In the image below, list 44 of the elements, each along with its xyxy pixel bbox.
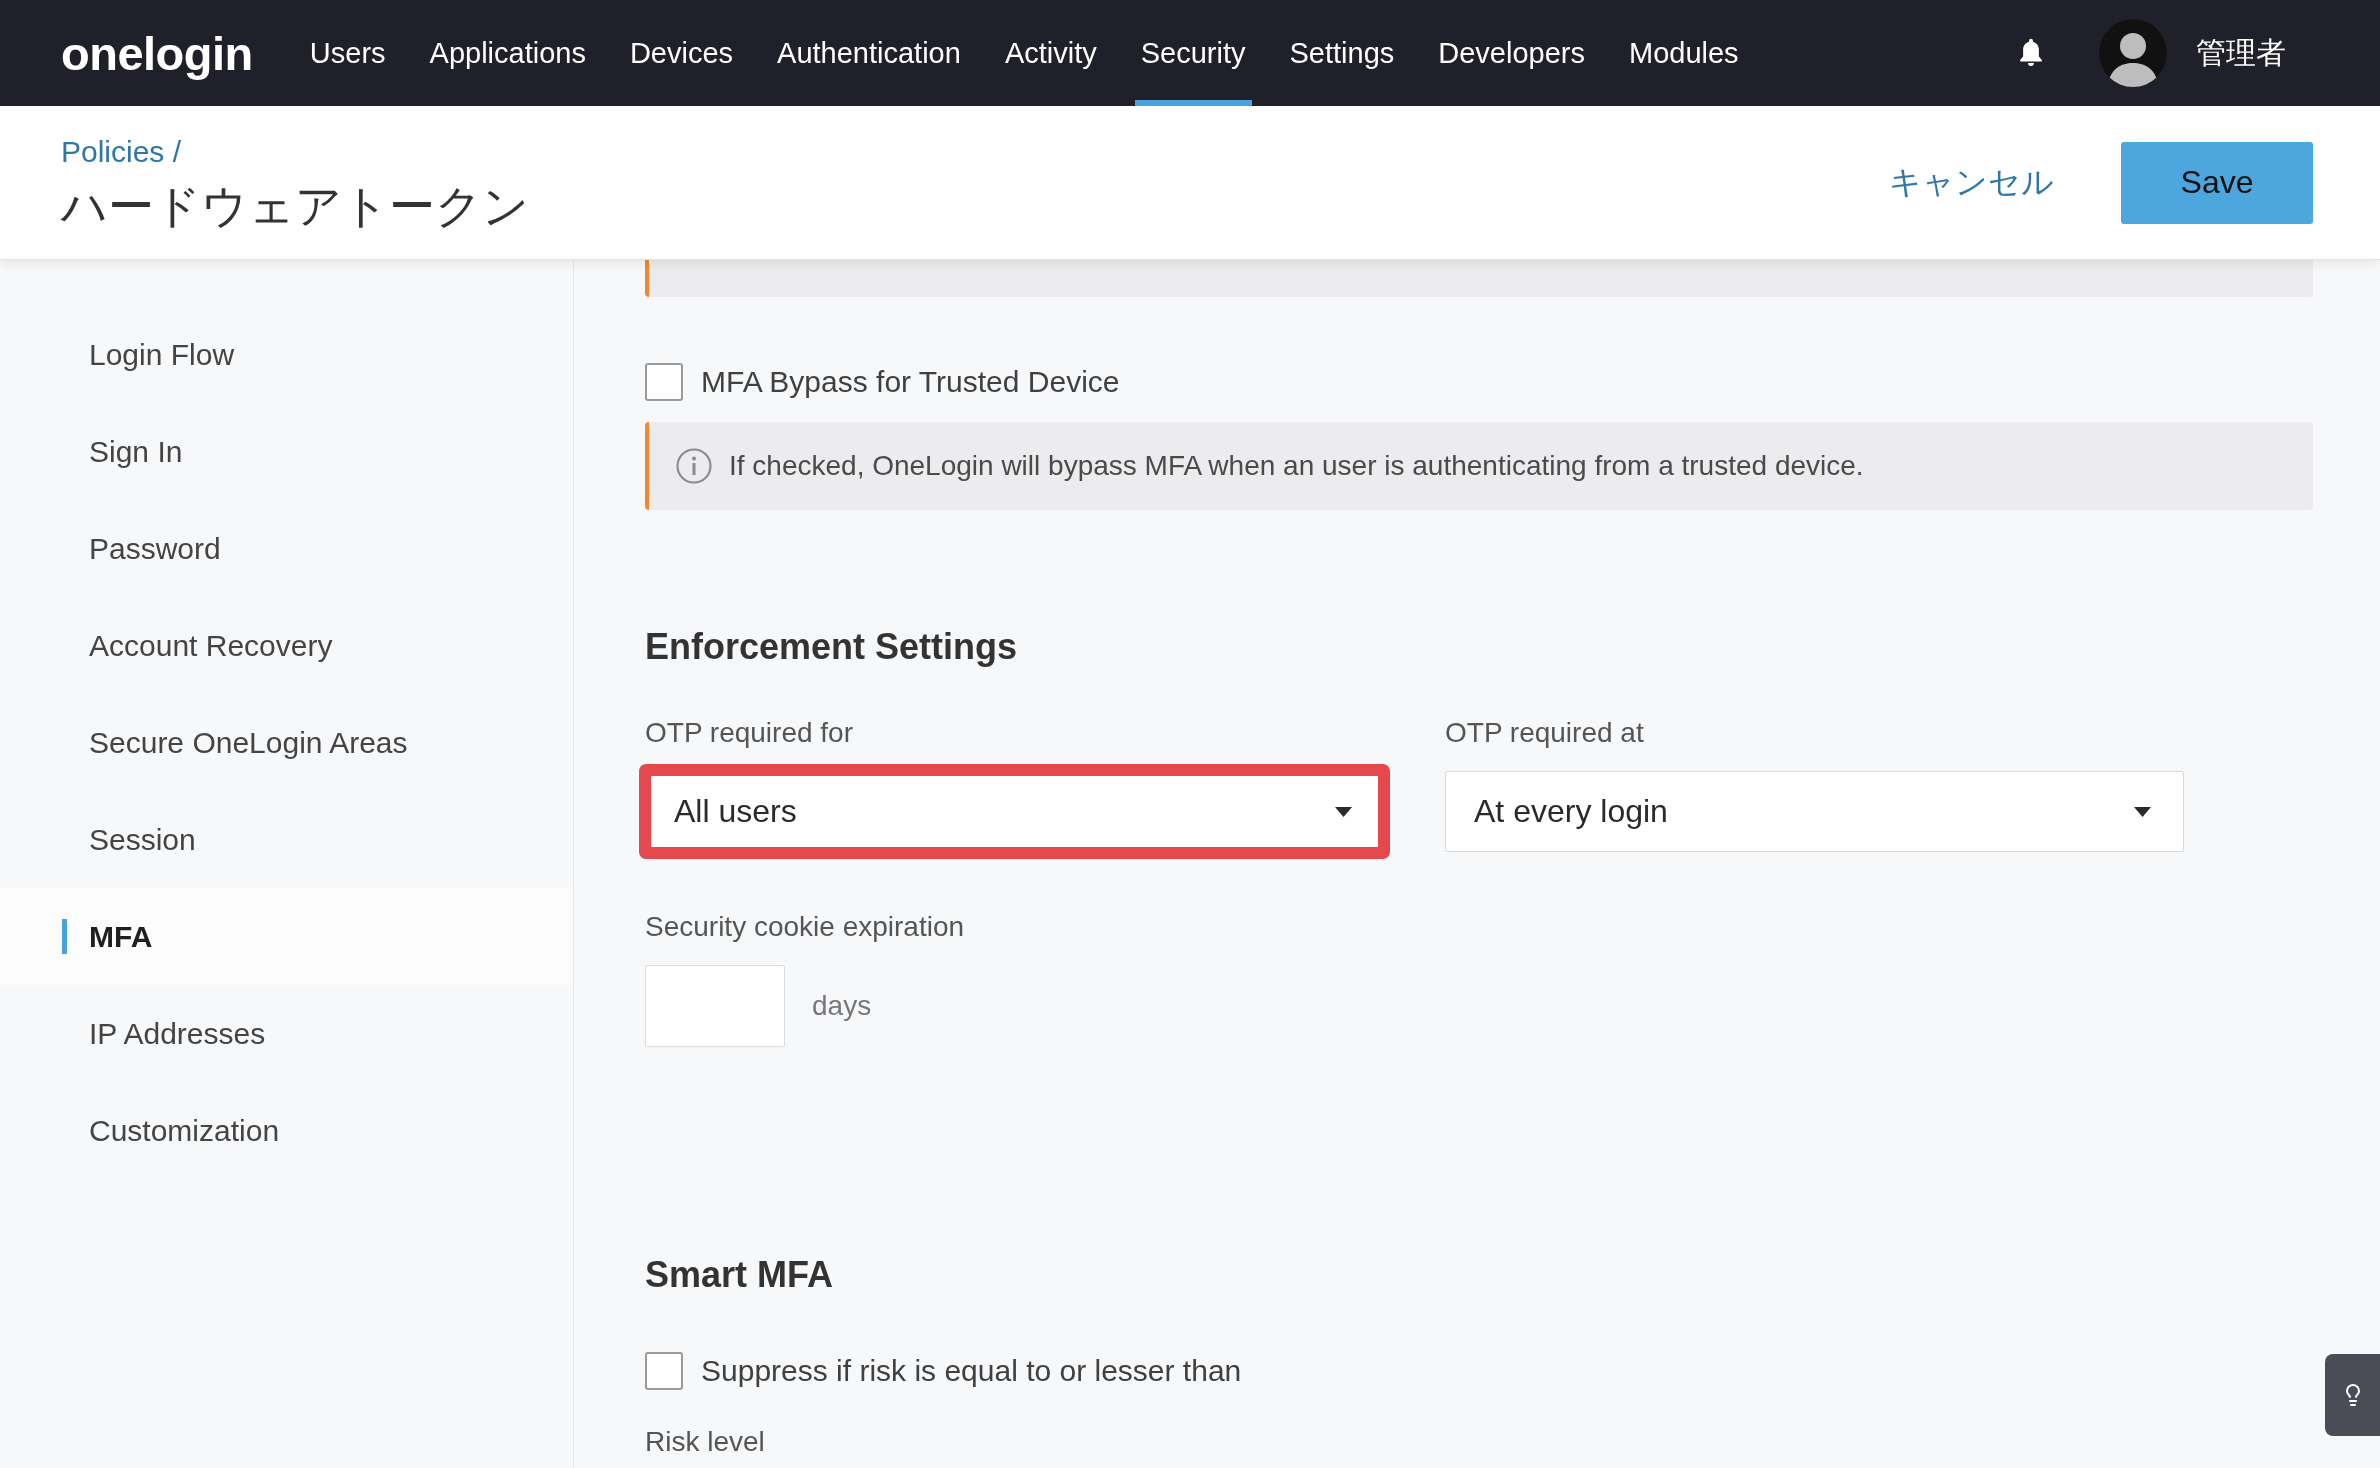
user-name[interactable]: 管理者 bbox=[2196, 32, 2286, 74]
section-heading: Enforcement Settings bbox=[645, 625, 1019, 669]
section-heading: Smart MFA bbox=[645, 1253, 835, 1297]
sidebar-item[interactable]: IP Addresses bbox=[0, 985, 573, 1082]
field-label: OTP required at bbox=[1445, 716, 1645, 750]
nav-tab[interactable]: Users bbox=[303, 0, 392, 106]
caret-icon bbox=[2134, 806, 2151, 817]
page-title: ハードウェアトークン bbox=[61, 179, 529, 234]
save-button[interactable]: Save bbox=[2121, 141, 2313, 224]
nav-tab[interactable]: Settings bbox=[1283, 0, 1401, 106]
nav-tab[interactable]: Authentication bbox=[771, 0, 967, 106]
unit-label: days bbox=[812, 990, 872, 1022]
checkbox[interactable] bbox=[645, 1352, 683, 1390]
caret-icon bbox=[1335, 806, 1352, 817]
sidebar-item[interactable]: Secure OneLogin Areas bbox=[0, 694, 573, 791]
checkbox-label: MFA Bypass for Trusted Device bbox=[701, 365, 1120, 399]
field-label: OTP required for bbox=[645, 716, 855, 750]
person-silhouette-icon[interactable] bbox=[2099, 19, 2167, 87]
hint-button[interactable] bbox=[2325, 1354, 2380, 1436]
info-text: If checked, OneLogin will bypass MFA when an user is authenticating from a trusted device. bbox=[729, 450, 1864, 482]
nav-tab[interactable]: Devices bbox=[623, 0, 740, 106]
nav-tab[interactable]: Applications bbox=[423, 0, 592, 106]
sidebar-item[interactable]: MFA bbox=[0, 888, 573, 985]
nav-tab[interactable]: Modules bbox=[1623, 0, 1745, 106]
input-field[interactable] bbox=[645, 965, 785, 1047]
nav-tab[interactable]: Security bbox=[1134, 0, 1252, 106]
info-icon bbox=[676, 448, 712, 484]
field-label: Security cookie expiration bbox=[645, 910, 966, 944]
sidebar-item[interactable]: Customization bbox=[0, 1082, 573, 1179]
sidebar-item[interactable]: Session bbox=[0, 791, 573, 888]
field-label: Risk level bbox=[645, 1425, 766, 1459]
checkbox[interactable] bbox=[645, 363, 683, 401]
nav-tab[interactable]: Activity bbox=[998, 0, 1103, 106]
sidebar-item[interactable]: Login Flow bbox=[0, 306, 573, 403]
checkbox-label: Suppress if risk is equal to or lesser than bbox=[701, 1354, 1242, 1388]
dropdown-select[interactable]: At every login bbox=[1445, 771, 2184, 852]
nav-tab[interactable]: Developers bbox=[1432, 0, 1591, 106]
logo: onelogin bbox=[61, 25, 253, 81]
dropdown-select[interactable]: All users bbox=[639, 764, 1390, 859]
sidebar-item[interactable]: Password bbox=[0, 500, 573, 597]
breadcrumb-link[interactable]: Policies / bbox=[61, 134, 182, 170]
cancel-link[interactable]: キャンセル bbox=[1889, 160, 2054, 205]
sidebar-item[interactable]: Sign In bbox=[0, 403, 573, 500]
sidebar-item[interactable]: Account Recovery bbox=[0, 597, 573, 694]
